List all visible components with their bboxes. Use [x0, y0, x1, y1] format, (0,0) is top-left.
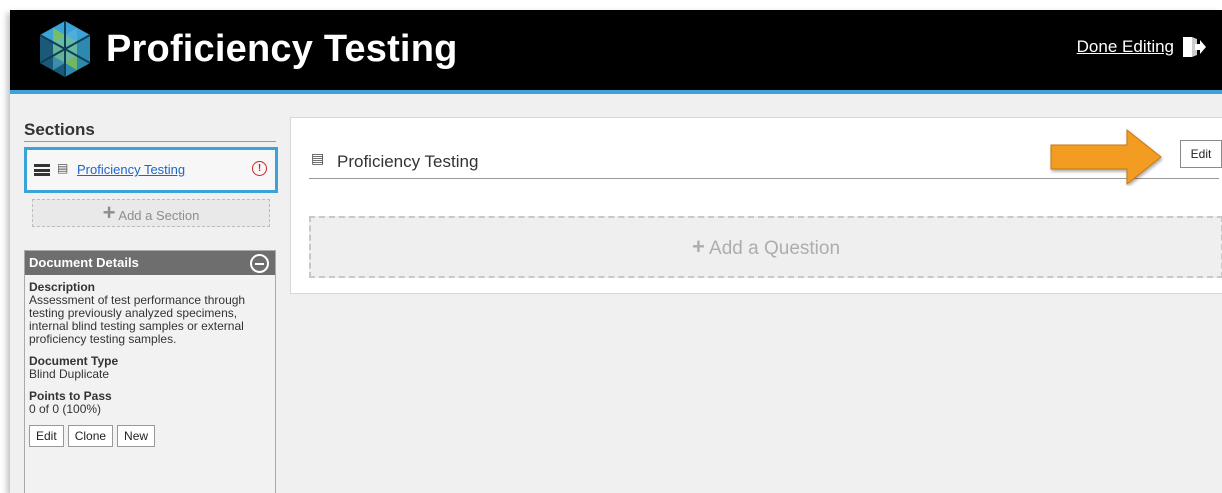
- document-type-block: Document Type Blind Duplicate: [29, 355, 271, 381]
- exit-door-icon: [1183, 37, 1206, 57]
- points-value: 0 of 0 (100%): [29, 402, 102, 416]
- done-editing-label: Done Editing: [1076, 37, 1174, 56]
- sections-heading: Sections: [24, 120, 95, 139]
- app-header: Proficiency Testing Done Editing: [10, 10, 1222, 94]
- page-title: Proficiency Testing: [106, 28, 458, 70]
- cube-logo-icon: [39, 21, 91, 77]
- plus-icon: +: [691, 234, 705, 259]
- sections-divider: [24, 141, 276, 142]
- document-icon: ▤: [57, 161, 69, 175]
- document-details-heading: Document Details: [29, 255, 139, 270]
- description-text: Assessment of test performance through t…: [29, 293, 246, 346]
- collapse-icon[interactable]: [250, 254, 269, 273]
- edit-document-button[interactable]: Edit: [29, 425, 64, 447]
- document-details-panel: Document Details Description Assessment …: [24, 250, 276, 493]
- section-link[interactable]: Proficiency Testing: [77, 162, 185, 177]
- app-window: Proficiency Testing Done Editing Section…: [10, 10, 1222, 493]
- alert-icon: !: [252, 161, 267, 176]
- document-details-body: Description Assessment of test performan…: [25, 275, 275, 447]
- add-section-button[interactable]: + Add a Section: [32, 199, 270, 227]
- done-editing-link[interactable]: Done Editing: [1077, 36, 1206, 58]
- document-details-header: Document Details: [25, 251, 275, 275]
- section-panel: ▤ Proficiency Testing Edit + Add a Quest…: [290, 117, 1222, 294]
- add-section-label: Add a Section: [118, 208, 200, 223]
- plus-icon: +: [102, 200, 116, 225]
- document-type-value: Blind Duplicate: [29, 367, 110, 381]
- add-question-label: Add a Question: [709, 238, 841, 259]
- document-icon: ▤: [311, 150, 325, 166]
- description-block: Description Assessment of test performan…: [29, 281, 271, 346]
- drag-handle-icon[interactable]: [34, 164, 50, 176]
- add-question-button[interactable]: + Add a Question: [309, 216, 1222, 278]
- section-title: Proficiency Testing: [337, 152, 479, 171]
- document-actions: Edit Clone New: [29, 425, 271, 447]
- arrow-callout-icon: [1050, 128, 1162, 186]
- new-document-button[interactable]: New: [117, 425, 156, 447]
- points-block: Points to Pass 0 of 0 (100%): [29, 390, 271, 416]
- clone-document-button[interactable]: Clone: [67, 425, 114, 447]
- edit-section-button[interactable]: Edit: [1180, 140, 1222, 168]
- section-item-proficiency-testing[interactable]: ▤ Proficiency Testing !: [24, 147, 278, 193]
